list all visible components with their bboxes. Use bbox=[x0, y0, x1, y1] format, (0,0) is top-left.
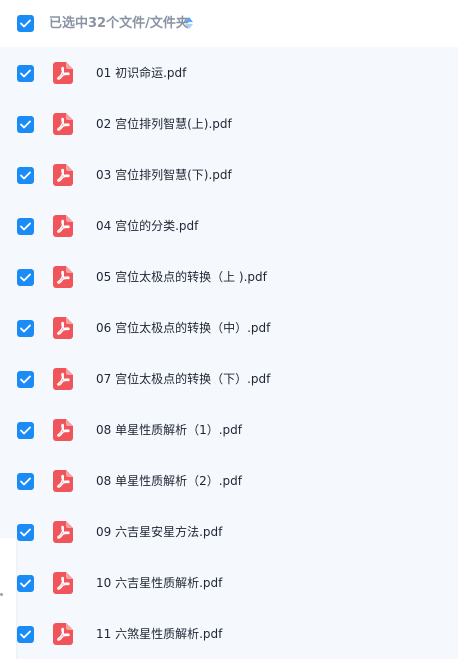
checkmark-icon bbox=[20, 222, 31, 231]
file-row[interactable]: 11 六煞星性质解析.pdf bbox=[0, 609, 458, 659]
pdf-icon bbox=[53, 521, 73, 543]
file-checkbox[interactable] bbox=[17, 524, 34, 541]
pdf-icon bbox=[53, 419, 73, 441]
file-checkbox[interactable] bbox=[17, 626, 34, 643]
file-row[interactable]: 08 单星性质解析（2）.pdf bbox=[0, 456, 458, 507]
file-row[interactable]: 07 宫位太极点的转换（下）.pdf bbox=[0, 354, 458, 405]
file-name[interactable]: 06 宫位太极点的转换（中）.pdf bbox=[96, 319, 270, 337]
checkmark-icon bbox=[20, 19, 31, 28]
file-name[interactable]: 04 宫位的分类.pdf bbox=[96, 217, 198, 235]
pdf-icon bbox=[53, 572, 73, 594]
file-name[interactable]: 07 宫位太极点的转换（下）.pdf bbox=[96, 370, 270, 388]
file-name[interactable]: 02 宫位排列智慧(上).pdf bbox=[96, 115, 232, 133]
pdf-icon bbox=[53, 266, 73, 288]
file-row[interactable]: 04 宫位的分类.pdf bbox=[0, 201, 458, 252]
select-all-checkbox[interactable] bbox=[17, 15, 34, 32]
sort-updown-icon[interactable] bbox=[184, 16, 194, 30]
file-checkbox[interactable] bbox=[17, 269, 34, 286]
file-name[interactable]: 08 单星性质解析（2）.pdf bbox=[96, 472, 242, 490]
pdf-icon bbox=[53, 215, 73, 237]
checkmark-icon bbox=[20, 528, 31, 537]
checkmark-icon bbox=[20, 273, 31, 282]
file-name[interactable]: 09 六吉星安星方法.pdf bbox=[96, 523, 222, 541]
checkmark-icon bbox=[20, 630, 31, 639]
checkmark-icon bbox=[20, 324, 31, 333]
file-row[interactable]: 05 宫位太极点的转换（上 ).pdf bbox=[0, 252, 458, 303]
file-checkbox[interactable] bbox=[17, 371, 34, 388]
checkmark-icon bbox=[20, 477, 31, 486]
side-dot bbox=[0, 593, 3, 596]
file-name[interactable]: 11 六煞星性质解析.pdf bbox=[96, 625, 222, 643]
file-row[interactable]: 10 六吉星性质解析.pdf bbox=[0, 558, 458, 609]
file-row[interactable]: 03 宫位排列智慧(下).pdf bbox=[0, 150, 458, 201]
file-checkbox[interactable] bbox=[17, 422, 34, 439]
file-row[interactable]: 09 六吉星安星方法.pdf bbox=[0, 507, 458, 558]
pdf-icon bbox=[53, 164, 73, 186]
file-row[interactable]: 08 单星性质解析（1）.pdf bbox=[0, 405, 458, 456]
pdf-icon bbox=[53, 368, 73, 390]
checkmark-icon bbox=[20, 579, 31, 588]
file-checkbox[interactable] bbox=[17, 116, 34, 133]
pdf-icon bbox=[53, 113, 73, 135]
file-checkbox[interactable] bbox=[17, 473, 34, 490]
file-name[interactable]: 05 宫位太极点的转换（上 ).pdf bbox=[96, 268, 267, 286]
file-checkbox[interactable] bbox=[17, 167, 34, 184]
file-checkbox[interactable] bbox=[17, 575, 34, 592]
file-checkbox[interactable] bbox=[17, 320, 34, 337]
selection-count-label: 已选中32个文件/文件夹 bbox=[49, 16, 189, 31]
side-panel-edge bbox=[0, 538, 16, 659]
file-list-page: 已选中32个文件/文件夹 01 初识命运.pdf 02 宫位排列智慧(上).pd… bbox=[0, 0, 458, 659]
file-checkbox[interactable] bbox=[17, 218, 34, 235]
file-row[interactable]: 01 初识命运.pdf bbox=[0, 48, 458, 99]
file-row[interactable]: 02 宫位排列智慧(上).pdf bbox=[0, 99, 458, 150]
checkmark-icon bbox=[20, 426, 31, 435]
file-checkbox[interactable] bbox=[17, 65, 34, 82]
pdf-icon bbox=[53, 470, 73, 492]
pdf-icon bbox=[53, 623, 73, 645]
pdf-icon bbox=[53, 62, 73, 84]
checkmark-icon bbox=[20, 375, 31, 384]
file-list: 01 初识命运.pdf 02 宫位排列智慧(上).pdf 03 宫位排列智慧(下… bbox=[0, 47, 458, 659]
checkmark-icon bbox=[20, 171, 31, 180]
selection-header: 已选中32个文件/文件夹 bbox=[0, 0, 458, 47]
pdf-icon bbox=[53, 317, 73, 339]
file-name[interactable]: 03 宫位排列智慧(下).pdf bbox=[96, 166, 232, 184]
file-name[interactable]: 01 初识命运.pdf bbox=[96, 64, 186, 82]
checkmark-icon bbox=[20, 69, 31, 78]
checkmark-icon bbox=[20, 120, 31, 129]
file-row[interactable]: 06 宫位太极点的转换（中）.pdf bbox=[0, 303, 458, 354]
file-name[interactable]: 10 六吉星性质解析.pdf bbox=[96, 574, 222, 592]
file-name[interactable]: 08 单星性质解析（1）.pdf bbox=[96, 421, 242, 439]
